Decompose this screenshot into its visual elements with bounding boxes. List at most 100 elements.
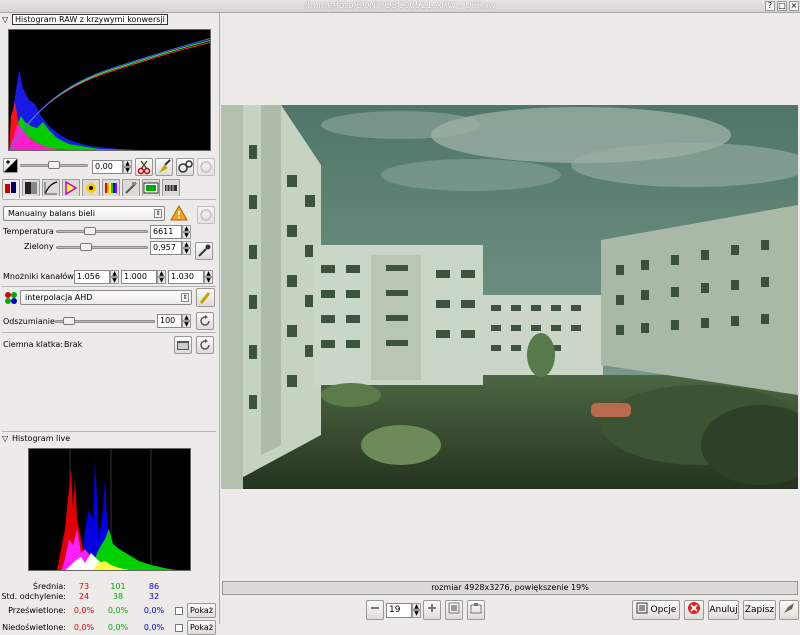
zoom-in-button[interactable] [423,600,441,620]
denoise-spin-up[interactable]: ▲ [182,314,191,321]
white-balance-select[interactable]: Manualny balans bieli ⇕ [3,206,165,221]
zoom-in-icon [428,604,436,612]
options-button[interactable]: Opcje [632,600,680,620]
live-histogram-expander[interactable]: ▽ Histogram live [2,434,70,445]
reset-dark-frame-button[interactable] [196,336,214,354]
interpolation-select[interactable]: interpolacja AHD ⇕ [20,290,192,305]
green-slider[interactable] [56,246,148,249]
load-dark-frame-button[interactable] [174,336,192,354]
denoise-spin-down[interactable]: ▼ [182,321,191,328]
restore-details-button[interactable] [135,158,153,176]
delete-button[interactable] [684,600,704,620]
green-spin-down[interactable]: ▼ [182,248,191,255]
select-arrows-icon: ⇕ [181,293,189,302]
auto-adjust-button[interactable] [176,158,194,176]
close-window-button[interactable]: × [789,1,799,11]
live-histogram-title: Histogram live [12,434,71,443]
spot-wb-button[interactable] [195,242,213,260]
options-icon [636,602,648,614]
overexposed-green: 0,0% [107,606,129,615]
zoom-field[interactable]: 19 [386,603,412,618]
corrections-tab-icon [86,183,96,193]
multiplier-blue-spin-down[interactable]: ▼ [204,277,213,284]
denoise-slider-knob[interactable] [63,317,75,325]
exposure-spin-up[interactable]: ▲ [123,160,132,167]
underexposed-checkbox[interactable] [175,624,183,632]
multiplier-red-spin-up[interactable]: ▲ [110,270,119,277]
temperature-spin-down[interactable]: ▼ [182,232,191,239]
image-preview[interactable] [221,105,798,489]
zoom-spin-down[interactable]: ▼ [412,610,421,618]
tab-grayscale[interactable] [22,179,40,196]
raw-histogram-title: Histogram RAW z krzywymi konwersji [12,14,168,25]
reset-wb-button[interactable] [197,206,215,224]
exposure-spin-down[interactable]: ▼ [123,167,132,174]
gimp-icon [784,603,794,613]
reset-exposure-button[interactable] [197,158,215,176]
green-spin-up[interactable]: ▲ [182,241,191,248]
underexposed-label: Niedoświetlone: [2,623,66,632]
tab-color-management[interactable] [62,179,80,196]
wb-tab-icon [5,182,16,193]
tab-base-curve[interactable] [42,179,60,196]
zoom-spin-up[interactable]: ▲ [412,603,421,610]
live-histogram [28,448,191,571]
tab-save-options[interactable] [142,179,160,196]
green-slider-knob[interactable] [80,243,92,251]
save-tab-icon [143,182,159,194]
temperature-label: Temperatura [3,227,54,236]
denoise-field[interactable]: 100 [157,314,182,328]
multiplier-green-spin-up[interactable]: ▲ [157,270,166,277]
multiplier-blue-spin-up[interactable]: ▲ [204,270,213,277]
temperature-field[interactable]: 6611 [150,225,182,239]
panel-separator [219,13,220,624]
tool-tabs [2,179,180,199]
temperature-slider[interactable] [56,230,148,233]
zoom-out-button[interactable] [366,600,384,620]
delete-icon [688,602,700,614]
green-field[interactable]: 0,957 [150,241,182,255]
clip-highlights-button[interactable] [155,158,173,176]
tab-lightness[interactable] [102,179,120,196]
tab-white-balance[interactable] [2,179,20,198]
tab-corrections[interactable] [82,179,100,196]
send-to-gimp-button[interactable] [779,600,799,620]
tab-exif[interactable] [162,179,180,196]
cancel-button[interactable]: Anuluj [708,600,739,620]
exposure-slider-knob[interactable] [48,161,60,169]
reset-icon [200,209,212,221]
show-overexposed-button[interactable]: Pokaż [187,603,216,618]
preview-photo [221,105,798,489]
help-window-button[interactable]: ? [765,1,775,11]
multiplier-red-spin-down[interactable]: ▼ [110,277,119,284]
bayer-pattern-icon [4,291,18,305]
green-label: Zielony [24,242,54,251]
exposure-icon [3,158,18,173]
stddev-green: 38 [112,592,124,601]
multiplier-blue-field[interactable]: 1.030 [168,270,204,284]
zoom-100-button[interactable] [467,600,485,620]
maximize-window-button[interactable]: □ [777,1,787,11]
smoothing-button[interactable] [196,288,215,307]
multiplier-green-field[interactable]: 1.000 [121,270,157,284]
temperature-slider-knob[interactable] [84,227,96,235]
reset-denoise-button[interactable] [196,312,214,330]
temperature-spin-up[interactable]: ▲ [182,225,191,232]
raw-histogram-expander[interactable]: ▽ Histogram RAW z krzywymi konwersji [2,14,168,26]
eyedropper-icon [198,244,211,257]
show-underexposed-button[interactable]: Pokaż [187,620,216,635]
overexposed-red: 0,0% [73,606,95,615]
save-button[interactable]: Zapisz [743,600,776,620]
multiplier-red-field[interactable]: 1.056 [74,270,110,284]
status-bar: rozmiar 4928x3276, powiększenie 19% [222,581,798,595]
zoom-fit-button[interactable] [445,600,463,620]
multiplier-green-spin-down[interactable]: ▼ [157,277,166,284]
dark-frame-value: Brak [64,340,83,349]
exif-tab-icon [165,185,177,191]
expander-arrow-icon: ▽ [2,15,9,24]
exposure-field[interactable]: 0.00 [92,160,123,174]
stddev-label: Std. odchylenie: [1,592,66,601]
color-tab-icon [65,180,78,196]
tab-crop-rotate[interactable] [122,179,140,196]
overexposed-checkbox[interactable] [175,607,183,615]
